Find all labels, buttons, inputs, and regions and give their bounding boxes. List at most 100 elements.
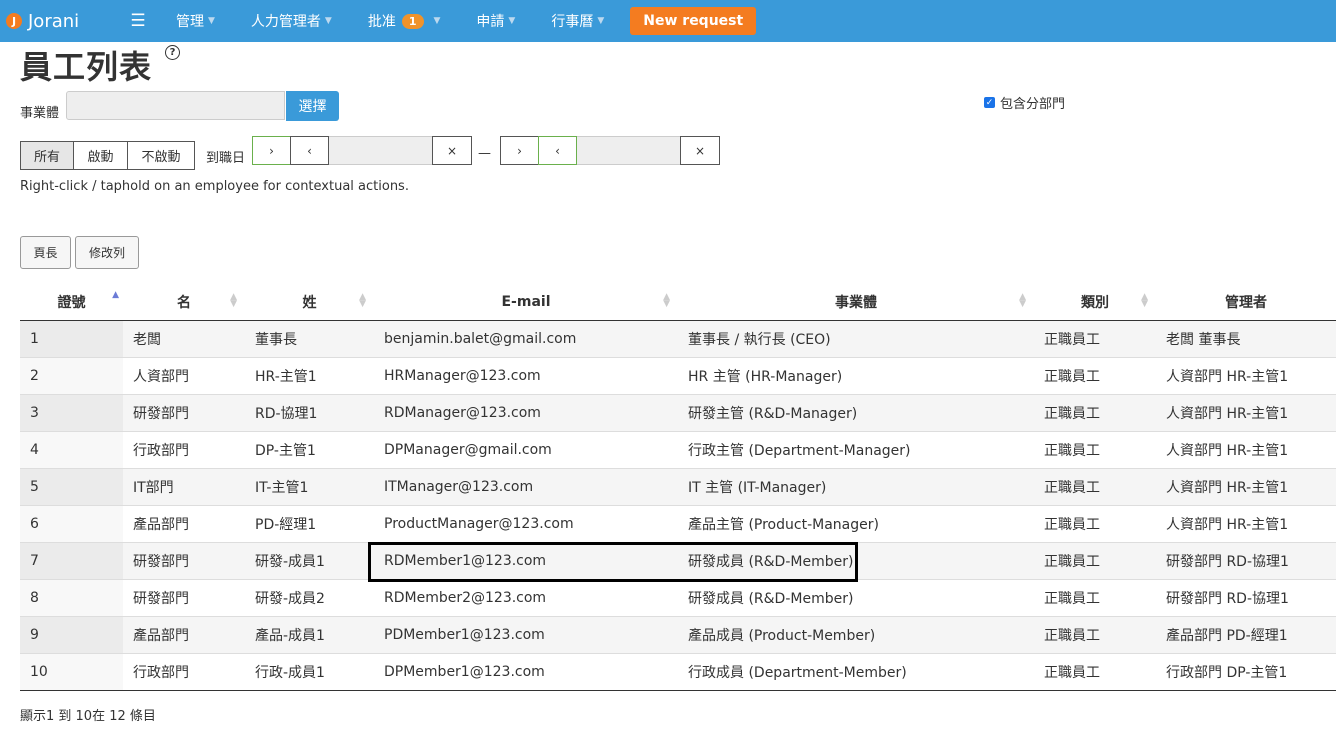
employee-table: 證號 ▲ 名 ▲ ▼ 姓 ▲ ▼ E-mail ▲ ▼ 事業體 ▲ ▼ 類別 ▲ ▼ 管理者 1 老闆董…: [20, 283, 1336, 691]
date-to-next-button[interactable]: ›: [500, 136, 539, 165]
nav-item-requests[interactable]: 申請 ▼: [458, 0, 533, 42]
nav-item-calendar[interactable]: 行事曆 ▼: [533, 0, 622, 42]
caret-down-icon: ▼: [208, 16, 215, 26]
column-header-contract[interactable]: 類別 ▲ ▼: [1034, 283, 1156, 321]
table-cell: benjamin.balet@gmail.com: [374, 320, 678, 358]
nav-item-hr[interactable]: 人力管理者 ▼: [233, 0, 350, 42]
table-cell: 研發部門 RD-協理1: [1156, 579, 1336, 617]
table-cell: 董事長 / 執行長 (CEO): [678, 320, 1034, 358]
entity-label: 事業體: [20, 106, 60, 121]
brand[interactable]: J Jorani: [6, 11, 114, 32]
table-cell: 正職員工: [1034, 653, 1156, 691]
sort-icon: ▲ ▼: [1141, 292, 1148, 309]
table-cell: 行政-成員1: [245, 653, 374, 691]
column-header-firstname[interactable]: 名 ▲ ▼: [123, 283, 245, 321]
columns-button[interactable]: 修改列: [75, 236, 139, 269]
table-cell: 研發部門 RD-協理1: [1156, 542, 1336, 580]
column-header-email[interactable]: E-mail ▲ ▼: [374, 283, 678, 321]
table-cell: 研發部門: [123, 394, 245, 432]
caret-down-icon: ▼: [324, 16, 332, 26]
table-cell: 正職員工: [1034, 357, 1156, 395]
include-subdepartments[interactable]: ✓ 包含分部門: [984, 93, 1065, 112]
table-cell: 1: [20, 320, 123, 358]
date-to-field[interactable]: [577, 136, 681, 165]
table-cell: PD-經理1: [245, 505, 374, 543]
help-icon[interactable]: ?: [165, 45, 180, 60]
table-cell: DPMember1@123.com: [374, 653, 678, 691]
sort-icon: ▲ ▼: [1019, 292, 1026, 309]
table-cell: IT部門: [123, 468, 245, 506]
approval-count-badge: 1: [401, 13, 424, 29]
table-row[interactable]: 7 研發部門 研發-成員1 RDMember1@123.com 研發成員 (R&D-Me…: [20, 542, 1336, 580]
table-row[interactable]: 10 行政部門 行政-成員1 DPMember1@123.com 行政成員 (Depar…: [20, 653, 1336, 691]
nav-label: 行事曆: [551, 14, 594, 30]
caret-down-icon: ▼: [597, 16, 605, 26]
table-cell: 2: [20, 357, 123, 395]
header-label: E-mail: [501, 293, 551, 310]
table-row[interactable]: 3 研發部門 RD-協理1 RDManager@123.com 研發主管 (R&D-Ma…: [20, 394, 1336, 432]
table-cell: 人資部門: [123, 357, 245, 395]
table-row[interactable]: 2 人資部門 HR-主管1 HRManager@123.com HR 主管 (HR-Ma…: [20, 357, 1336, 395]
table-cell: HR 主管 (HR-Manager): [678, 357, 1034, 395]
column-header-lastname[interactable]: 姓 ▲ ▼: [245, 283, 374, 321]
table-cell: 人資部門 HR-主管1: [1156, 468, 1336, 506]
table-row[interactable]: 1 老闆 董事長 benjamin.balet@gmail.com 董事長 / 執行長 …: [20, 320, 1336, 358]
table-cell: 人資部門 HR-主管1: [1156, 357, 1336, 395]
table-cell: ProductManager@123.com: [374, 505, 678, 543]
table-cell: 研發部門: [123, 579, 245, 617]
table-info: 顯示1 到 10在 12 條目: [20, 709, 156, 724]
table-cell: 9: [20, 616, 123, 654]
table-cell: 5: [20, 468, 123, 506]
hamburger-menu-icon[interactable]: ☰: [118, 11, 158, 31]
new-request-button[interactable]: New request: [630, 7, 757, 35]
table-cell: 正職員工: [1034, 542, 1156, 580]
table-cell: 老闆 董事長: [1156, 320, 1336, 358]
table-cell: 正職員工: [1034, 616, 1156, 654]
table-cell: 研發-成員2: [245, 579, 374, 617]
page-length-button[interactable]: 頁長: [20, 236, 71, 269]
table-cell: 人資部門 HR-主管1: [1156, 431, 1336, 469]
table-cell: IT-主管1: [245, 468, 374, 506]
table-row[interactable]: 9 產品部門 產品-成員1 PDMember1@123.com 產品成員 (Produc…: [20, 616, 1336, 654]
date-from-prev-button[interactable]: ‹: [290, 136, 329, 165]
nav-item-approve[interactable]: 批准 1 ▼: [350, 0, 459, 42]
entity-input[interactable]: [66, 91, 285, 120]
select-entity-button[interactable]: 選擇: [286, 91, 339, 121]
status-all-button[interactable]: 所有: [20, 141, 74, 170]
table-cell: RDMember1@123.com: [374, 542, 678, 580]
column-header-manager[interactable]: 管理者: [1156, 283, 1336, 321]
date-from-next-button[interactable]: ›: [252, 136, 291, 165]
checkbox-checked-icon[interactable]: ✓: [984, 97, 995, 108]
brand-name: Jorani: [28, 10, 80, 32]
column-header-id[interactable]: 證號 ▲: [20, 283, 123, 321]
table-cell: 產品部門 PD-經理1: [1156, 616, 1336, 654]
date-from-clear-button[interactable]: ×: [432, 136, 472, 165]
table-cell: 正職員工: [1034, 505, 1156, 543]
column-header-entity[interactable]: 事業體 ▲ ▼: [678, 283, 1034, 321]
table-cell: 產品成員 (Product-Member): [678, 616, 1034, 654]
status-active-button[interactable]: 啟動: [73, 141, 128, 170]
nav-label: 管理: [176, 14, 204, 30]
table-header-row: 證號 ▲ 名 ▲ ▼ 姓 ▲ ▼ E-mail ▲ ▼ 事業體 ▲ ▼ 類別 ▲ ▼ 管理者: [20, 283, 1336, 321]
table-row[interactable]: 4 行政部門 DP-主管1 DPManager@gmail.com 行政主管 (Depa…: [20, 431, 1336, 469]
table-row[interactable]: 6 產品部門 PD-經理1 ProductManager@123.com 產品主管 (P…: [20, 505, 1336, 543]
table-cell: 4: [20, 431, 123, 469]
range-separator: —: [478, 146, 491, 161]
table-cell: DP-主管1: [245, 431, 374, 469]
table-cell: 產品部門: [123, 505, 245, 543]
sort-asc-icon: ▲: [112, 290, 119, 300]
nav-item-admin[interactable]: 管理 ▼: [158, 0, 233, 42]
table-row[interactable]: 8 研發部門 研發-成員2 RDMember2@123.com 研發成員 (R&D-Me…: [20, 579, 1336, 617]
nav-label: 人力管理者: [250, 14, 321, 30]
date-from-field[interactable]: [329, 136, 433, 165]
status-filter-group: 所有 啟動 不啟動: [20, 141, 195, 170]
date-to-clear-button[interactable]: ×: [680, 136, 720, 165]
table-cell: 研發主管 (R&D-Manager): [678, 394, 1034, 432]
table-cell: 行政主管 (Department-Manager): [678, 431, 1034, 469]
date-to-prev-button[interactable]: ‹: [538, 136, 577, 165]
table-cell: 7: [20, 542, 123, 580]
status-inactive-button[interactable]: 不啟動: [127, 141, 195, 170]
table-cell: 行政部門: [123, 431, 245, 469]
table-cell: 研發部門: [123, 542, 245, 580]
table-row[interactable]: 5 IT部門 IT-主管1 ITManager@123.com IT 主管 (IT-Ma…: [20, 468, 1336, 506]
